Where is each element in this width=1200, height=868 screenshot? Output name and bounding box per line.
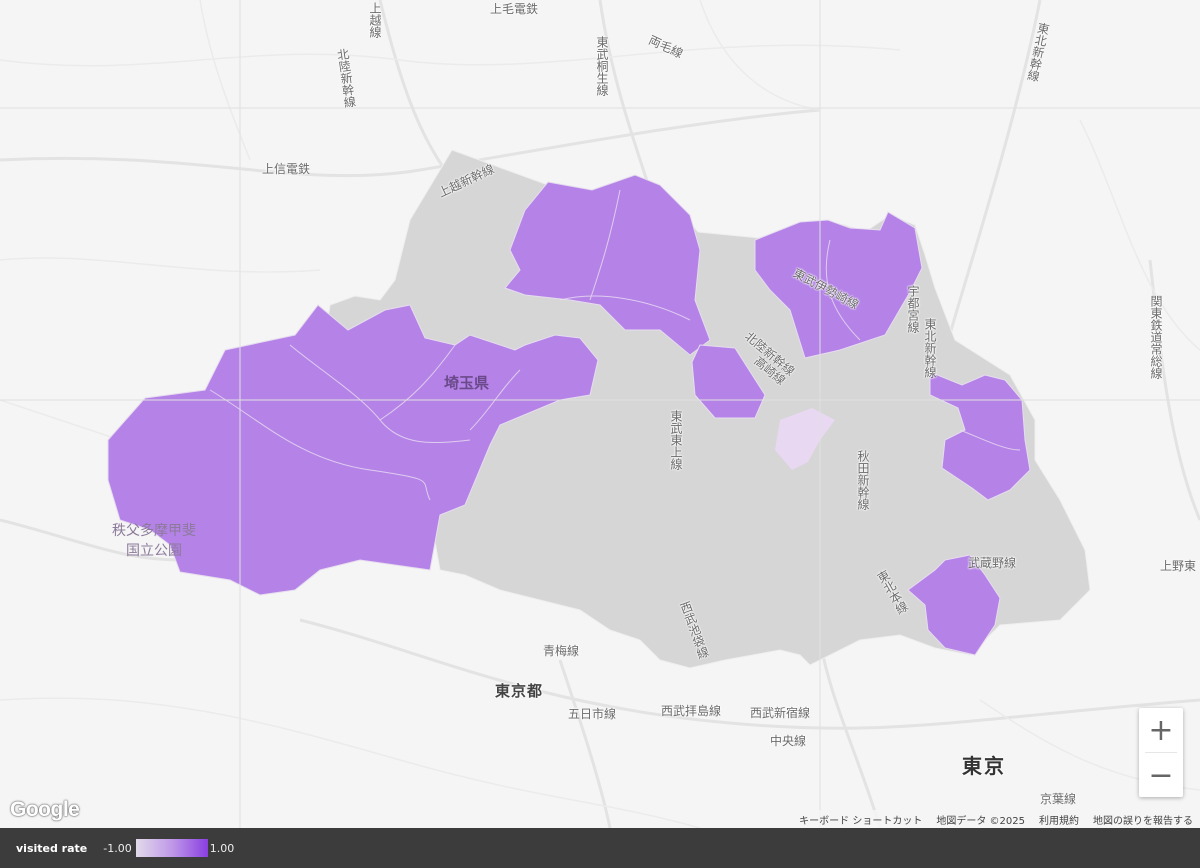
color-legend: visited rate -1.00 1.00 <box>0 828 1200 868</box>
line-label: 武蔵野線 <box>968 556 1017 570</box>
line-label: 中央線 <box>770 734 807 748</box>
legend-title: visited rate <box>16 841 88 855</box>
line-label: 上信電鉄 <box>262 162 311 176</box>
line-label: 上毛電鉄 <box>490 2 539 16</box>
keyboard-shortcuts-link[interactable]: キーボード ショートカット <box>792 812 929 827</box>
map-base <box>0 0 1200 828</box>
report-error-link[interactable]: 地図の誤りを報告する <box>1086 812 1200 827</box>
legend-max: 1.00 <box>209 841 235 855</box>
line-label: 東武東上線 <box>669 410 683 470</box>
park-label-line1: 秩父多摩甲斐 <box>112 523 196 539</box>
line-label: 東北新幹線 <box>923 318 937 378</box>
park-label: 秩父多摩甲斐 国立公園 <box>112 520 196 560</box>
line-label: 秋田新幹線 <box>856 450 870 510</box>
line-label: 西武拝島線 <box>661 704 722 718</box>
zoom-controls: + − <box>1139 708 1183 797</box>
prefecture-label: 東京都 <box>495 682 544 700</box>
line-label: 東武桐生線 <box>595 36 609 96</box>
zoom-in-button[interactable]: + <box>1139 708 1183 752</box>
city-label: 東京 <box>962 754 1006 778</box>
legend-min: -1.00 <box>103 841 132 855</box>
map-data-text: 地図データ ©2025 <box>936 815 1025 827</box>
line-label: 青梅線 <box>543 644 580 658</box>
map-canvas[interactable]: 上越線 上毛電鉄 北陸新幹線 東武桐生線 両毛線 東北新幹線 上信電鉄 上越新幹… <box>0 0 1200 828</box>
park-label-line2: 国立公園 <box>126 543 182 559</box>
legend-gradient-bar <box>135 839 208 857</box>
line-label: 西武新宿線 <box>750 706 811 720</box>
line-label: 宇都宮線 <box>906 285 920 333</box>
zoom-out-button[interactable]: − <box>1139 753 1183 797</box>
region-label: 埼玉県 <box>444 374 490 392</box>
google-logo: Google <box>10 798 80 821</box>
line-label: 京葉線 <box>1040 792 1077 806</box>
line-label: 上越線 <box>368 2 382 38</box>
attribution-bar: キーボード ショートカット 地図データ ©2025 利用規約 地図の誤りを報告す… <box>792 810 1200 828</box>
line-label: 上野東 <box>1160 559 1197 573</box>
line-label: 関東鉄道常総線 <box>1149 295 1163 379</box>
terms-link[interactable]: 利用規約 <box>1032 812 1086 827</box>
line-label: 五日市線 <box>568 707 617 721</box>
